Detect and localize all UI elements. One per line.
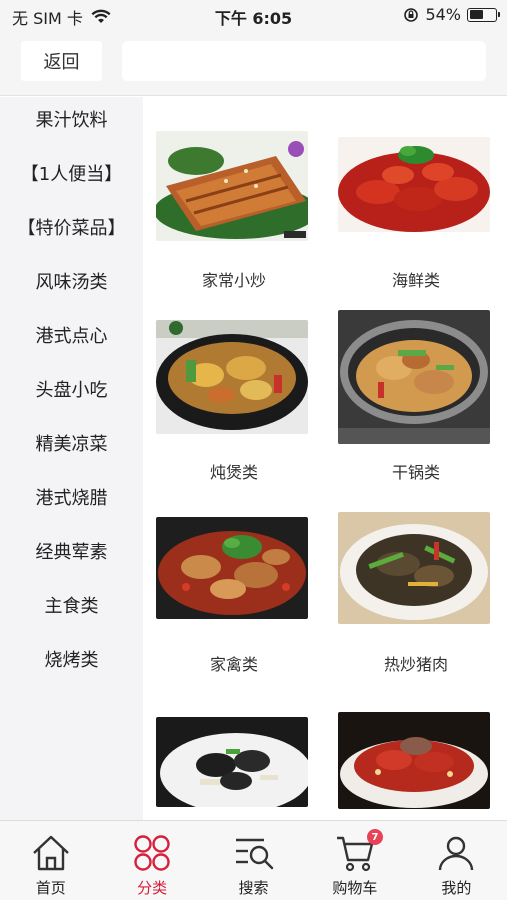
sidebar-item-label: 烧烤类 [44,650,99,671]
category-icon [130,831,174,875]
sidebar-item-staples[interactable]: 主食类 [0,578,143,632]
category-label: 海鲜类 [391,271,440,290]
category-card-poultry[interactable]: 家禽类 [143,489,325,681]
tab-profile[interactable]: 我的 [406,821,507,900]
fried-tofu-dish-photo [156,131,308,241]
sidebar-item-label: 主食类 [44,596,99,617]
back-button[interactable]: 返回 [21,41,102,81]
status-right: 54% [403,5,500,24]
sidebar-item-roast-meats[interactable]: 港式烧腊 [0,470,143,524]
sidebar-item-appetizers[interactable]: 头盘小吃 [0,362,143,416]
sidebar-item-bbq[interactable]: 烧烤类 [0,632,143,686]
sidebar-item-classic-dishes[interactable]: 经典荤素 [0,524,143,578]
cart-icon: 7 [333,829,383,875]
category-card-seafood[interactable]: 海鲜类 [325,97,507,297]
sidebar-item-label: 【1人便当】 [20,164,123,185]
fungus-dish-photo [156,717,308,807]
status-bar: 无 SIM 卡 下午 6:05 54% [0,0,507,30]
cart-badge: 7 [366,829,383,845]
orientation-lock-icon [404,7,419,22]
category-label: 热炒猪肉 [383,655,448,674]
tab-bar: 首页 分类 搜索 7 购物车 我的 [0,820,507,900]
claypot-stew-photo [156,320,308,434]
profile-icon [434,831,478,875]
category-card-spicy-meat[interactable] [325,681,507,820]
tab-label: 我的 [441,879,472,897]
home-icon [29,831,73,875]
category-label: 干锅类 [391,463,440,482]
crayfish-dish-photo [338,137,490,232]
sidebar-item-label: 头盘小吃 [35,380,108,401]
sidebar-item-label: 经典荤素 [35,542,108,563]
search-icon [232,831,276,875]
chicken-dish-photo [156,517,308,619]
tab-label: 搜索 [238,879,269,897]
category-grid: 家常小炒 海鲜类 炖煲类 干锅类 家禽类 热炒猪肉 [143,97,507,820]
category-card-stew[interactable]: 炖煲类 [143,297,325,489]
battery-percent: 54% [425,5,461,24]
tab-label: 分类 [137,879,168,897]
sidebar-item-cold-dishes[interactable]: 精美凉菜 [0,416,143,470]
sidebar-item-dim-sum[interactable]: 港式点心 [0,308,143,362]
category-card-stir-fried-pork[interactable]: 热炒猪肉 [325,489,507,681]
category-card-fungus[interactable] [143,681,325,820]
nav-bar: 返回 [0,30,507,96]
sidebar-item-label: 精美凉菜 [35,434,108,455]
stir-fried-pork-photo [338,512,490,624]
sidebar-item-label: 港式点心 [35,326,108,347]
category-label: 家禽类 [209,655,258,674]
dry-pot-tripe-photo [338,310,490,444]
tab-search[interactable]: 搜索 [203,821,304,900]
tab-cart[interactable]: 7 购物车 [304,821,405,900]
tab-label: 购物车 [332,879,378,897]
tab-category[interactable]: 分类 [101,821,202,900]
sidebar-item-single-bento[interactable]: 【1人便当】 [0,146,143,200]
tab-label: 首页 [35,879,66,897]
category-card-dry-pot[interactable]: 干锅类 [325,297,507,489]
category-card-home-stir-fry[interactable]: 家常小炒 [143,97,325,297]
category-sidebar: 果汁饮料 【1人便当】 【特价菜品】 风味汤类 港式点心 头盘小吃 精美凉菜 港… [0,97,143,820]
sidebar-item-label: 果汁饮料 [35,110,108,131]
battery-level [469,10,483,19]
category-label: 家常小炒 [201,271,266,290]
sidebar-item-soups[interactable]: 风味汤类 [0,254,143,308]
sidebar-item-label: 港式烧腊 [35,488,108,509]
search-input[interactable] [122,41,486,81]
tab-home[interactable]: 首页 [0,821,101,900]
sidebar-item-specials[interactable]: 【特价菜品】 [0,200,143,254]
sidebar-item-juice[interactable]: 果汁饮料 [0,92,143,146]
battery-icon [467,7,500,22]
category-label: 炖煲类 [209,463,258,482]
sidebar-item-label: 【特价菜品】 [17,218,126,239]
spicy-meat-dish-photo [338,712,490,809]
sidebar-item-label: 风味汤类 [35,272,108,293]
